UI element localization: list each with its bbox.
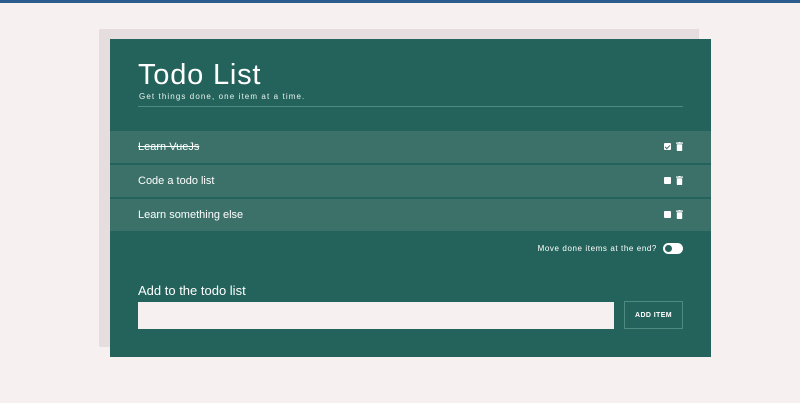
header-divider bbox=[138, 106, 683, 107]
trash-icon[interactable] bbox=[676, 176, 683, 185]
todo-done-checkbox[interactable] bbox=[664, 143, 671, 150]
todo-item-actions bbox=[664, 176, 683, 185]
todo-done-checkbox[interactable] bbox=[664, 177, 671, 184]
todo-item: Learn something else bbox=[110, 199, 711, 231]
todo-card: Todo List Get things done, one item at a… bbox=[110, 39, 711, 357]
trash-icon[interactable] bbox=[676, 210, 683, 219]
toggle-knob bbox=[665, 245, 672, 252]
todo-list: Learn VueJs Code a todo list Learn somet… bbox=[110, 131, 711, 233]
move-done-label: Move done items at the end? bbox=[537, 244, 657, 253]
todo-item: Code a todo list bbox=[110, 165, 711, 197]
move-done-toggle[interactable] bbox=[663, 243, 683, 254]
page-subtitle: Get things done, one item at a time. bbox=[139, 92, 306, 101]
todo-item-label: Code a todo list bbox=[138, 175, 215, 187]
move-done-setting: Move done items at the end? bbox=[538, 243, 683, 254]
add-item-input[interactable] bbox=[138, 302, 614, 329]
trash-icon[interactable] bbox=[676, 142, 683, 151]
todo-item-actions bbox=[664, 210, 683, 219]
add-item-label: Add to the todo list bbox=[138, 283, 246, 298]
todo-item-actions bbox=[664, 142, 683, 151]
todo-item-label: Learn VueJs bbox=[138, 141, 200, 153]
todo-item-label: Learn something else bbox=[138, 209, 244, 221]
top-accent-bar bbox=[0, 0, 800, 3]
add-item-button[interactable]: ADD ITEM bbox=[624, 301, 683, 329]
todo-done-checkbox[interactable] bbox=[664, 211, 671, 218]
page-title: Todo List bbox=[138, 59, 262, 91]
todo-item: Learn VueJs bbox=[110, 131, 711, 163]
